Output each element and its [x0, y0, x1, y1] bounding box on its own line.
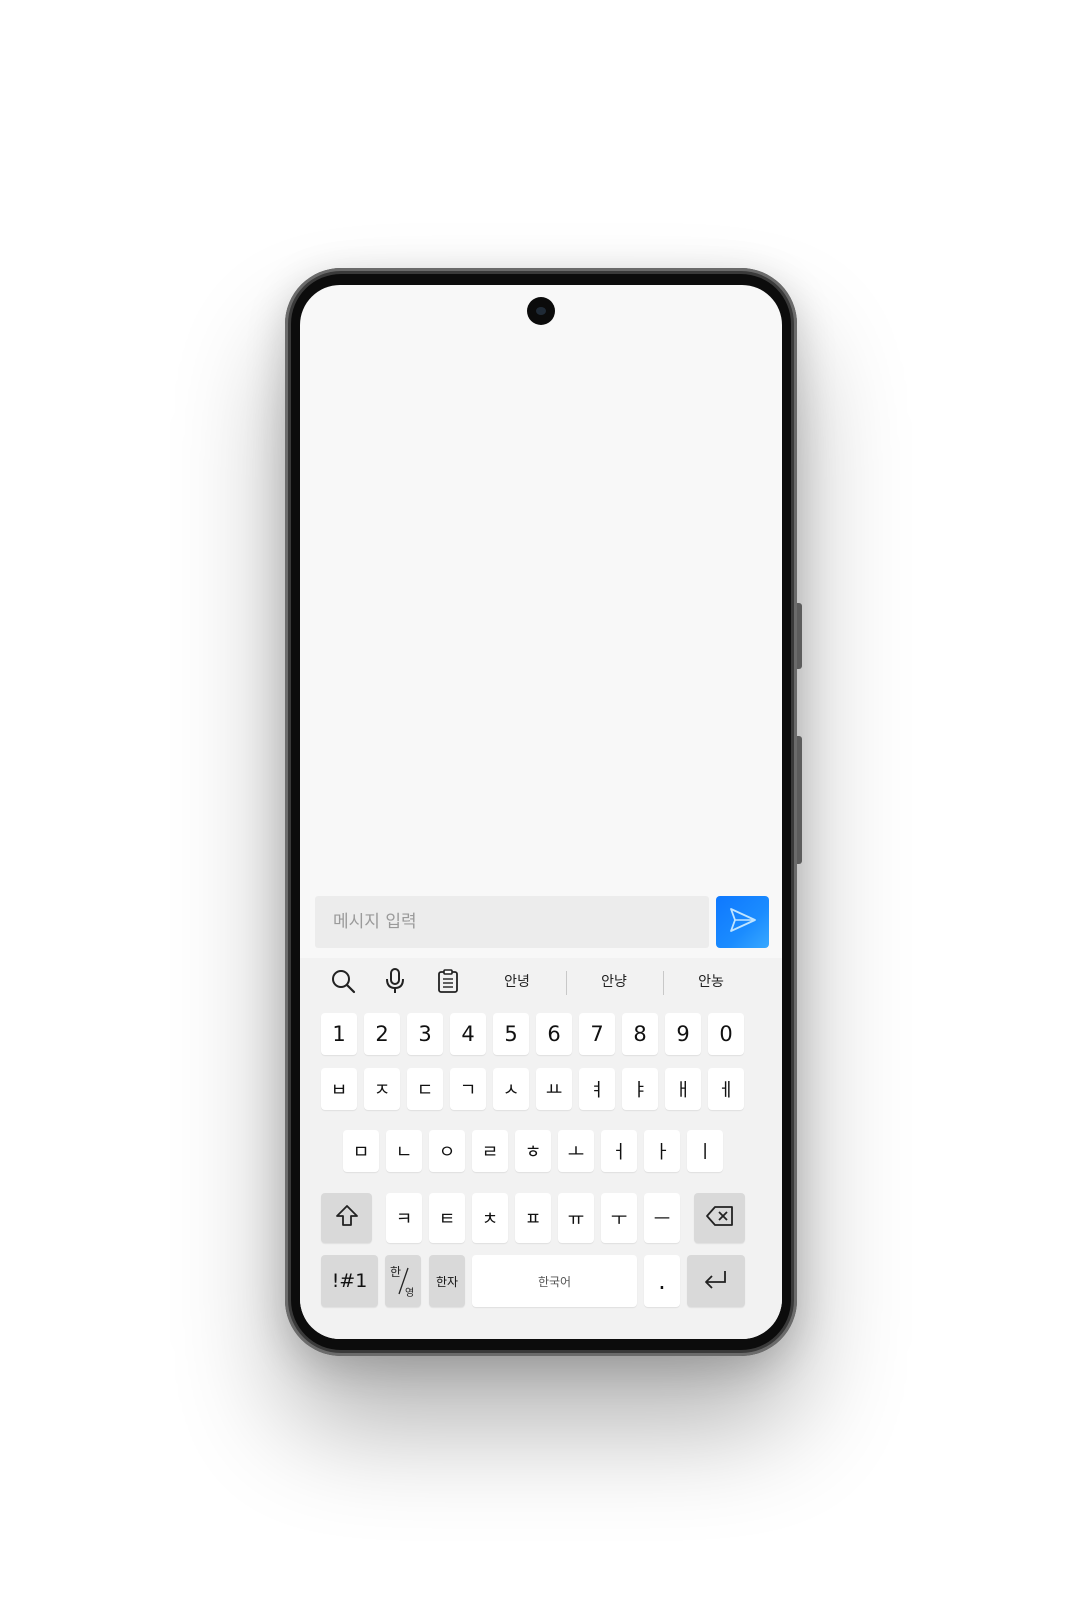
enter-key[interactable]	[687, 1255, 745, 1307]
key-9[interactable]: 9	[665, 1013, 701, 1055]
shift-key[interactable]	[321, 1193, 372, 1243]
microphone-icon[interactable]	[381, 967, 409, 995]
key-ae[interactable]: ㅐ	[665, 1068, 701, 1110]
power-button	[797, 736, 802, 864]
key-eo[interactable]: ㅓ	[601, 1130, 637, 1172]
key-yu[interactable]: ㅠ	[558, 1193, 594, 1243]
key-tieut[interactable]: ㅌ	[429, 1193, 465, 1243]
key-u[interactable]: ㅜ	[601, 1193, 637, 1243]
key-o[interactable]: ㅗ	[558, 1130, 594, 1172]
key-nieun[interactable]: ㄴ	[386, 1130, 422, 1172]
symbols-key[interactable]: !#1	[321, 1255, 378, 1307]
phone-screen: 안녕 안냥 안농 1 2 3 4 5 6 7 8 9 0 ㅂ ㅈ ㄷ ㄱ ㅅ ㅛ	[300, 285, 782, 1339]
keyboard: 안녕 안냥 안농 1 2 3 4 5 6 7 8 9 0 ㅂ ㅈ ㄷ ㄱ ㅅ ㅛ	[300, 958, 782, 1339]
key-2[interactable]: 2	[364, 1013, 400, 1055]
key-yeo[interactable]: ㅕ	[579, 1068, 615, 1110]
key-ya[interactable]: ㅑ	[622, 1068, 658, 1110]
period-key[interactable]: .	[644, 1255, 680, 1307]
key-jieut[interactable]: ㅈ	[364, 1068, 400, 1110]
key-giyeok[interactable]: ㄱ	[450, 1068, 486, 1110]
key-yo[interactable]: ㅛ	[536, 1068, 572, 1110]
language-toggle-icon: 한 영	[390, 1265, 414, 1299]
key-a[interactable]: ㅏ	[644, 1130, 680, 1172]
key-eu[interactable]: ㅡ	[644, 1193, 680, 1243]
message-composer	[315, 896, 769, 948]
space-key[interactable]: 한국어	[472, 1255, 637, 1307]
svg-text:영: 영	[405, 1287, 414, 1299]
key-digeut[interactable]: ㄷ	[407, 1068, 443, 1110]
backspace-key[interactable]	[694, 1193, 745, 1243]
suggestion-divider	[566, 971, 567, 995]
key-ieung[interactable]: ㅇ	[429, 1130, 465, 1172]
suggestion-3[interactable]: 안농	[676, 971, 746, 991]
key-siot[interactable]: ㅅ	[493, 1068, 529, 1110]
send-icon	[728, 907, 758, 937]
enter-icon	[702, 1267, 730, 1296]
front-camera	[527, 297, 555, 325]
key-pieup[interactable]: ㅍ	[515, 1193, 551, 1243]
phone-frame: 안녕 안냥 안농 1 2 3 4 5 6 7 8 9 0 ㅂ ㅈ ㄷ ㄱ ㅅ ㅛ	[285, 268, 802, 1356]
key-e[interactable]: ㅔ	[708, 1068, 744, 1110]
key-6[interactable]: 6	[536, 1013, 572, 1055]
key-1[interactable]: 1	[321, 1013, 357, 1055]
key-rieul[interactable]: ㄹ	[472, 1130, 508, 1172]
key-chieut[interactable]: ㅊ	[472, 1193, 508, 1243]
backspace-icon	[705, 1204, 735, 1233]
shift-icon	[334, 1203, 360, 1234]
suggestion-1[interactable]: 안녕	[482, 971, 552, 991]
key-0[interactable]: 0	[708, 1013, 744, 1055]
suggestion-2[interactable]: 안냥	[579, 971, 649, 991]
hanja-key[interactable]: 한자	[429, 1255, 465, 1307]
key-8[interactable]: 8	[622, 1013, 658, 1055]
key-i[interactable]: ㅣ	[687, 1130, 723, 1172]
key-7[interactable]: 7	[579, 1013, 615, 1055]
clipboard-icon[interactable]	[434, 967, 462, 995]
key-mieum[interactable]: ㅁ	[343, 1130, 379, 1172]
message-input[interactable]	[315, 896, 709, 948]
volume-button	[797, 603, 802, 669]
search-icon[interactable]	[329, 967, 357, 995]
keyboard-toolbar: 안녕 안냥 안농	[300, 958, 782, 1004]
language-toggle-key[interactable]: 한 영	[385, 1255, 421, 1307]
key-bieup[interactable]: ㅂ	[321, 1068, 357, 1110]
key-5[interactable]: 5	[493, 1013, 529, 1055]
key-hieut[interactable]: ㅎ	[515, 1130, 551, 1172]
key-kieuk[interactable]: ㅋ	[386, 1193, 422, 1243]
suggestion-divider	[663, 971, 664, 995]
key-4[interactable]: 4	[450, 1013, 486, 1055]
key-3[interactable]: 3	[407, 1013, 443, 1055]
send-button[interactable]	[716, 896, 769, 948]
svg-text:한: 한	[390, 1265, 401, 1279]
